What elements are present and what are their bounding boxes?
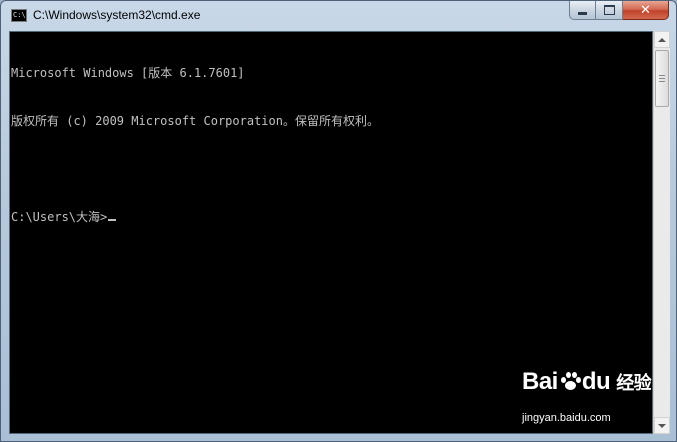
title-bar[interactable]: C:\ C:\Windows\system32\cmd.exe ✕: [1, 1, 676, 31]
scroll-down-button[interactable]: [654, 417, 670, 434]
console-text: Microsoft Windows [版本 6.1.7601] 版权所有 (c)…: [11, 33, 379, 257]
baidu-jingyan-watermark: Bai du 经验 jingyan.baidu.com: [522, 368, 652, 434]
watermark-cn: 经验: [616, 373, 652, 394]
minimize-icon: [578, 12, 587, 15]
watermark-logo: Bai du 经验: [522, 368, 652, 396]
arrow-down-icon: [658, 423, 666, 428]
vertical-scrollbar[interactable]: [653, 31, 670, 434]
watermark-brand-suffix: du: [581, 368, 611, 395]
console-line: 版权所有 (c) 2009 Microsoft Corporation。保留所有…: [11, 114, 379, 128]
minimize-button[interactable]: [569, 1, 596, 20]
watermark-brand: Bai: [522, 368, 558, 395]
cmd-icon[interactable]: C:\: [11, 9, 27, 22]
console-line: Microsoft Windows [版本 6.1.7601]: [11, 66, 245, 80]
scroll-thumb[interactable]: [655, 50, 669, 107]
window-title: C:\Windows\system32\cmd.exe: [33, 8, 201, 22]
arrow-up-icon: [658, 37, 666, 42]
grip-line: [659, 78, 665, 79]
grip-line: [659, 75, 665, 76]
close-icon: ✕: [640, 2, 651, 18]
grip-line: [659, 81, 665, 82]
watermark-url: jingyan.baidu.com: [522, 412, 611, 424]
close-button[interactable]: ✕: [623, 1, 669, 20]
text-cursor: [108, 219, 117, 221]
maximize-icon: [603, 5, 615, 15]
maximize-button[interactable]: [596, 1, 623, 20]
window-controls: ✕: [569, 1, 669, 21]
scroll-up-button[interactable]: [654, 31, 670, 48]
prompt-line: C:\Users\大海>: [11, 209, 379, 225]
paw-icon: [559, 371, 581, 391]
command-prompt: C:\Users\大海>: [11, 210, 108, 224]
